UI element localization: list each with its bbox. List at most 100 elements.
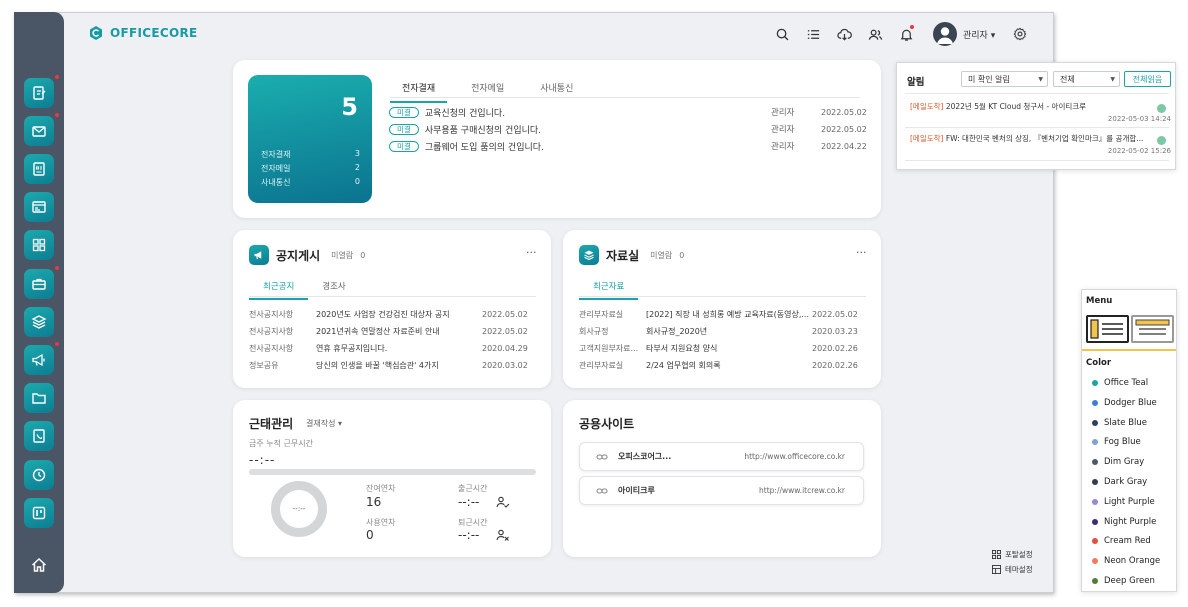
clipboard-icon bbox=[33, 162, 45, 176]
divider bbox=[905, 93, 1169, 94]
home-icon[interactable] bbox=[30, 556, 48, 574]
sidebar-approval-button[interactable] bbox=[24, 78, 54, 108]
checkout-user-icon[interactable] bbox=[496, 528, 510, 542]
tab-events[interactable]: 경조사 bbox=[308, 280, 359, 300]
color-option[interactable]: Light Purple bbox=[1092, 497, 1155, 507]
search-button[interactable] bbox=[772, 24, 792, 44]
table-row[interactable]: 회사규정 회사규정_2020년 2020.03.23 bbox=[579, 325, 858, 337]
menu-layout-option-1[interactable] bbox=[1086, 315, 1129, 343]
divider bbox=[1082, 349, 1176, 351]
table-row[interactable]: 고객지원부자료... 타부서 지원요청 양식 2020.02.26 bbox=[579, 342, 858, 354]
caret-down-icon: ▼ bbox=[1110, 76, 1115, 83]
list-item[interactable]: 미결 사무용품 구매신청의 건입니다. 관리자 2022.05.02 bbox=[389, 122, 867, 136]
sidebar-archive-button[interactable] bbox=[24, 307, 54, 337]
list-item[interactable]: 미결 그룹웨어 도입 품의의 건입니다. 관리자 2022.04.22 bbox=[389, 139, 867, 153]
link-icon bbox=[596, 487, 608, 494]
table-row[interactable]: 전사공지사항 2021년귀속 연말정산 자료준비 안내 2022.05.02 bbox=[249, 325, 528, 337]
color-option[interactable]: Neon Orange bbox=[1092, 556, 1160, 566]
week-hours-progress bbox=[249, 469, 536, 475]
sidebar-notice-button[interactable] bbox=[24, 345, 54, 375]
color-option[interactable]: Dark Gray bbox=[1092, 477, 1147, 487]
sidebar-contacts-button[interactable] bbox=[24, 421, 54, 451]
unread-label: 미열람 bbox=[650, 250, 673, 260]
sidebar-card-button[interactable] bbox=[24, 192, 54, 222]
color-option[interactable]: Night Purple bbox=[1092, 517, 1156, 527]
sidebar bbox=[14, 12, 64, 593]
download-icon[interactable] bbox=[1157, 136, 1166, 145]
checkin-label: 출근시간 bbox=[458, 484, 488, 493]
site-link-row[interactable]: 오피스코어그... http://www.officecore.co.kr bbox=[579, 442, 864, 471]
notifications-button[interactable] bbox=[896, 24, 916, 44]
officecore-logo-icon bbox=[90, 26, 102, 40]
used-leave-label: 사용연차 bbox=[366, 518, 396, 527]
menu-section-title: Menu bbox=[1086, 296, 1113, 306]
checkout-value: --:-- bbox=[458, 528, 480, 542]
table-row[interactable]: 전사공지사항 2020년도 사업장 건강검진 대상자 공지 2022.05.02 bbox=[249, 308, 528, 320]
color-option[interactable]: Deep Green bbox=[1092, 576, 1155, 586]
color-option[interactable]: Cream Red bbox=[1092, 536, 1151, 546]
notification-item[interactable]: [메일도착] FW: 대한민국 벤처의 상징, 『벤처기업 확인마크』를 공개합… bbox=[910, 133, 1166, 144]
tab-recent-data[interactable]: 최근자료 bbox=[579, 280, 639, 300]
sidebar-folder-button[interactable] bbox=[24, 383, 54, 413]
card-title: 공용사이트 bbox=[579, 417, 635, 431]
approval-summary[interactable]: 5 전자결재 3 전자메일 2 사내통신 0 bbox=[248, 75, 372, 203]
color-swatch bbox=[1092, 578, 1098, 584]
users-button[interactable] bbox=[865, 24, 885, 44]
color-option[interactable]: Office Teal bbox=[1092, 378, 1148, 388]
unread-filter-select[interactable]: 미 확인 알림 ▼ bbox=[961, 71, 1048, 87]
users-icon bbox=[868, 29, 882, 40]
tab-mail[interactable]: 전자메일 bbox=[459, 79, 516, 103]
tab-recent-notice[interactable]: 최근공지 bbox=[249, 280, 309, 300]
table-row[interactable]: 정보공유 당신의 인생을 바꿀 '핵심습관' 4가지 2020.03.02 bbox=[249, 359, 528, 371]
checkin-user-icon[interactable] bbox=[496, 495, 510, 509]
cloud-download-button[interactable] bbox=[834, 24, 854, 44]
download-icon[interactable] bbox=[1157, 104, 1166, 113]
notification-item[interactable]: [메일도착] 2022년 5월 KT Cloud 청구서 - 아이티크루 bbox=[910, 101, 1166, 112]
megaphone-icon bbox=[249, 245, 269, 265]
attendance-state-dropdown[interactable]: 결재작성 ▾ bbox=[306, 418, 342, 429]
layout-icon bbox=[992, 565, 1001, 574]
menu-layout-option-2[interactable] bbox=[1131, 315, 1174, 343]
type-filter-select[interactable]: 전체 ▼ bbox=[1053, 71, 1120, 87]
settings-gear-icon[interactable] bbox=[1013, 27, 1027, 41]
more-icon[interactable]: ··· bbox=[856, 246, 867, 259]
portal-settings-link[interactable]: 포탈설정 bbox=[992, 549, 1033, 560]
notify-dot bbox=[55, 75, 59, 79]
sidebar-mail-button[interactable] bbox=[24, 116, 54, 146]
tab-approval[interactable]: 전자결재 bbox=[390, 79, 448, 103]
table-row[interactable]: 관리부자료실 [2022] 직장 내 성희롱 예방 교육자료(동영상,... 202… bbox=[579, 308, 858, 320]
table-row[interactable]: 관리부자료실 2/24 업무협의 회의록 2020.02.26 bbox=[579, 359, 858, 371]
color-swatch bbox=[1092, 558, 1098, 565]
more-icon[interactable]: ··· bbox=[526, 246, 537, 259]
sidebar-business-button[interactable] bbox=[24, 269, 54, 299]
list-item[interactable]: 미결 교육신청의 건입니다. 관리자 2022.05.02 bbox=[389, 105, 867, 119]
notice-header: 공지게시 미열람 0 bbox=[249, 245, 365, 265]
sidebar-attendance-button[interactable] bbox=[24, 460, 54, 490]
color-option[interactable]: Slate Blue bbox=[1092, 418, 1147, 428]
color-option[interactable]: Dodger Blue bbox=[1092, 398, 1157, 408]
theme-settings-link[interactable]: 테마설정 bbox=[992, 564, 1033, 575]
tab-internal[interactable]: 사내통신 bbox=[528, 79, 585, 103]
contacts-book-icon bbox=[33, 429, 45, 443]
site-link-row[interactable]: 아이티크루 http://www.itcrew.co.kr bbox=[579, 476, 864, 505]
used-leave-value: 0 bbox=[366, 528, 374, 542]
checkout-label: 퇴근시간 bbox=[458, 518, 488, 527]
list-button[interactable] bbox=[803, 24, 823, 44]
color-swatch bbox=[1092, 479, 1098, 485]
color-name: Neon Orange bbox=[1104, 556, 1161, 567]
read-all-button[interactable]: 전체읽음 bbox=[1124, 71, 1171, 87]
table-row[interactable]: 전사공지사항 연휴 휴무공지입니다. 2020.04.29 bbox=[249, 342, 528, 354]
sidebar-kanban-button[interactable] bbox=[24, 498, 54, 528]
brand-logo[interactable]: OFFICECORE bbox=[88, 25, 198, 41]
sidebar-apps-button[interactable] bbox=[24, 230, 54, 260]
user-menu[interactable]: 관리자 ▾ bbox=[933, 22, 995, 46]
divider bbox=[905, 127, 1169, 128]
color-option[interactable]: Fog Blue bbox=[1092, 437, 1141, 447]
notification-dot bbox=[910, 25, 914, 29]
sidebar-board-button[interactable] bbox=[24, 154, 54, 184]
divider bbox=[579, 296, 866, 297]
color-swatch bbox=[1092, 380, 1098, 386]
color-option[interactable]: Dim Gray bbox=[1092, 457, 1144, 467]
color-name: Cream Red bbox=[1104, 536, 1151, 547]
list-icon bbox=[807, 29, 819, 39]
